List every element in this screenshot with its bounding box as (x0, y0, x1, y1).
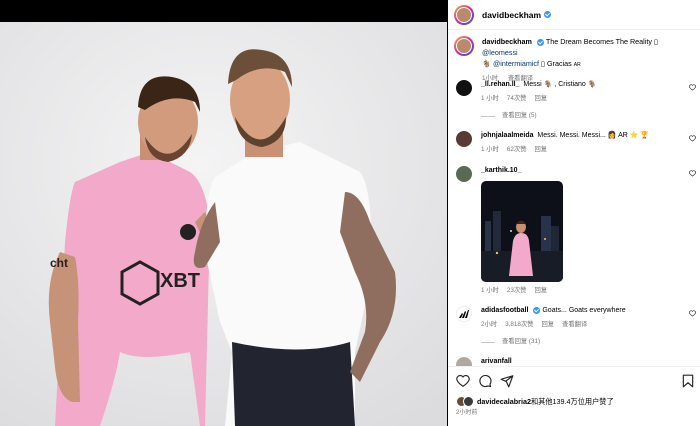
comment-username[interactable]: johnjalaalmeida (481, 132, 534, 139)
view-replies-link[interactable]: 查看回复 (5) (481, 111, 671, 121)
svg-text:cht: cht (50, 256, 68, 270)
like-heart-icon[interactable] (689, 135, 696, 142)
comment-item: _karthik.10_ 1 小时 23次赞 回复 (456, 166, 696, 296)
verified-badge-icon (533, 306, 541, 314)
comment-item: arivanfall (456, 357, 694, 366)
reply-button[interactable]: 回复 (541, 321, 554, 328)
comment-item: johnjalaalmeida Messi. Messi. Messi... 👩… (456, 131, 696, 155)
comment-image[interactable] (481, 181, 563, 282)
instagram-post-view: XBT cht davidbeckham davidbeckham The Dr… (0, 0, 700, 426)
caption-emoji: ▯ (653, 37, 658, 46)
comment-avatar[interactable] (456, 131, 472, 147)
comment-text: Goats... Goats everywhere (542, 307, 626, 314)
comment-time: 1 小时 (481, 146, 499, 153)
caption-username[interactable]: davidbeckham (482, 37, 532, 46)
comment-bubble-icon[interactable] (478, 374, 492, 388)
verified-badge-icon (536, 38, 544, 46)
reply-button[interactable]: 回复 (534, 95, 547, 102)
liker-username[interactable]: davidecalabria2 (477, 397, 531, 406)
share-send-icon[interactable] (500, 374, 514, 388)
caption-emoji: 🐐 (482, 59, 491, 68)
reply-button[interactable]: 回复 (534, 287, 547, 294)
svg-text:XBT: XBT (160, 270, 200, 292)
liker-avatar (463, 396, 474, 407)
comment-avatar[interactable] (456, 80, 472, 96)
comment-avatar[interactable] (456, 306, 472, 322)
comment-text: Messi 🐐 , Cristiano 🐐 (523, 81, 597, 88)
post-actions: davidecalabria2和其他139.4万位用户赞了 (448, 366, 700, 426)
reply-button[interactable]: 回复 (534, 146, 547, 153)
comment-likes[interactable]: 23次赞 (507, 287, 527, 294)
comment-username[interactable]: arivanfall (481, 358, 512, 365)
like-heart-icon[interactable] (689, 170, 696, 177)
caption-text: The Dream Becomes The Reality (545, 37, 652, 46)
post-sidebar: davidbeckham davidbeckham The Dream Beco… (448, 0, 700, 426)
likes-summary[interactable]: davidecalabria2和其他139.4万位用户赞了 (456, 396, 614, 407)
comment-item: _ll.rehan.ll_ Messi 🐐 , Cristiano 🐐 1 小时… (456, 80, 696, 121)
comment-username[interactable]: _karthik.10_ (481, 167, 521, 174)
comment-time: 1 小时 (481, 95, 499, 102)
post-photo: XBT cht (0, 22, 447, 426)
adidas-logo-icon (459, 310, 469, 318)
view-replies-link[interactable]: 查看回复 (31) (481, 337, 671, 347)
post-header: davidbeckham (448, 0, 700, 30)
comment-username[interactable]: _ll.rehan.ll_ (481, 81, 520, 88)
like-heart-icon[interactable] (689, 310, 696, 317)
author-avatar[interactable] (454, 4, 474, 25)
comment-likes[interactable]: 62次赞 (507, 146, 527, 153)
caption-emoji: ▯ (541, 59, 545, 68)
translate-link[interactable]: 查看翻译 (562, 321, 587, 328)
caption-tail: Gracias (546, 59, 572, 68)
mention-intermiamicf[interactable]: @intermiamicf (493, 59, 539, 68)
comment-time: 2小时 (481, 321, 498, 328)
like-heart-icon[interactable] (456, 374, 470, 388)
comment-likes[interactable]: 74次赞 (507, 95, 527, 102)
mention-leomessi[interactable]: @leomessi (482, 48, 518, 57)
comment-item: adidasfootball Goats... Goats everywhere… (456, 306, 696, 347)
comment-username[interactable]: adidasfootball (481, 307, 528, 314)
author-username[interactable]: davidbeckham (482, 10, 541, 20)
caption-avatar[interactable] (454, 36, 474, 56)
comment-avatar[interactable] (456, 357, 472, 366)
comment-likes[interactable]: 3,818次赞 (505, 321, 533, 328)
top-bar (0, 0, 447, 22)
verified-badge-icon (544, 11, 552, 18)
likes-count-text: 和其他139.4万位用户赞了 (530, 396, 614, 406)
post-caption: davidbeckham The Dream Becomes The Reali… (454, 36, 694, 84)
bookmark-icon[interactable] (682, 374, 694, 388)
post-timestamp: 2小时前 (456, 410, 478, 416)
like-heart-icon[interactable] (689, 84, 696, 91)
comment-avatar[interactable] (456, 166, 472, 182)
comment-text: Messi. Messi. Messi... 👩 AR ⭐ 🏆 (537, 132, 650, 139)
comment-time: 1 小时 (481, 287, 499, 294)
